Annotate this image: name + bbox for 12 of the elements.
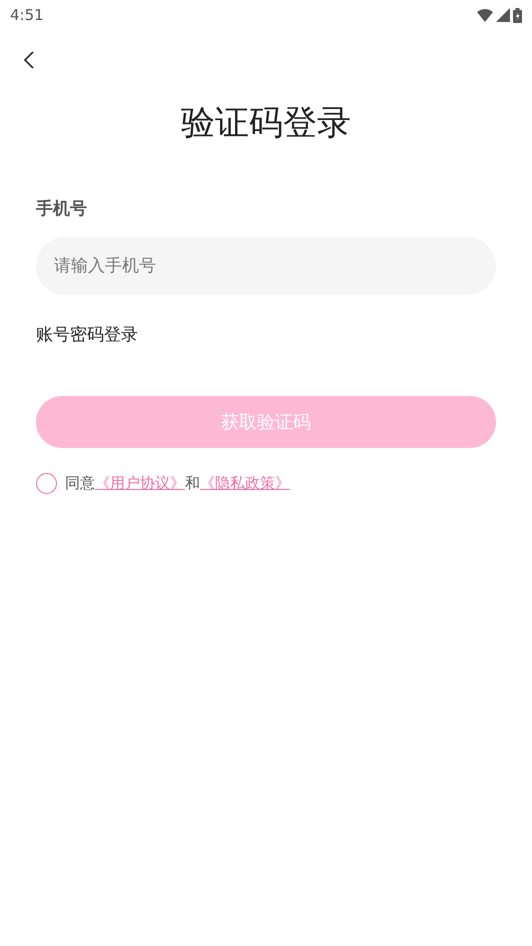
signal-icon bbox=[496, 8, 510, 22]
status-time: 4:51 bbox=[10, 4, 44, 26]
battery-icon bbox=[513, 8, 522, 22]
field-label: 手机号 bbox=[36, 198, 88, 221]
page-title: 验证码登录 bbox=[181, 102, 351, 145]
password-login-link[interactable]: 账号密码登录 bbox=[36, 324, 138, 344]
wifi-icon bbox=[477, 8, 493, 22]
phone-input[interactable]: 请输入手机号 bbox=[36, 236, 496, 294]
agree-checkbox[interactable] bbox=[36, 472, 57, 494]
policy-link[interactable]: 《用户协议》 bbox=[95, 474, 185, 492]
agreement-text: 同意《用户协议》和《隐私政策》 bbox=[65, 473, 290, 494]
policy-link[interactable]: 《隐私政策》 bbox=[200, 474, 290, 492]
